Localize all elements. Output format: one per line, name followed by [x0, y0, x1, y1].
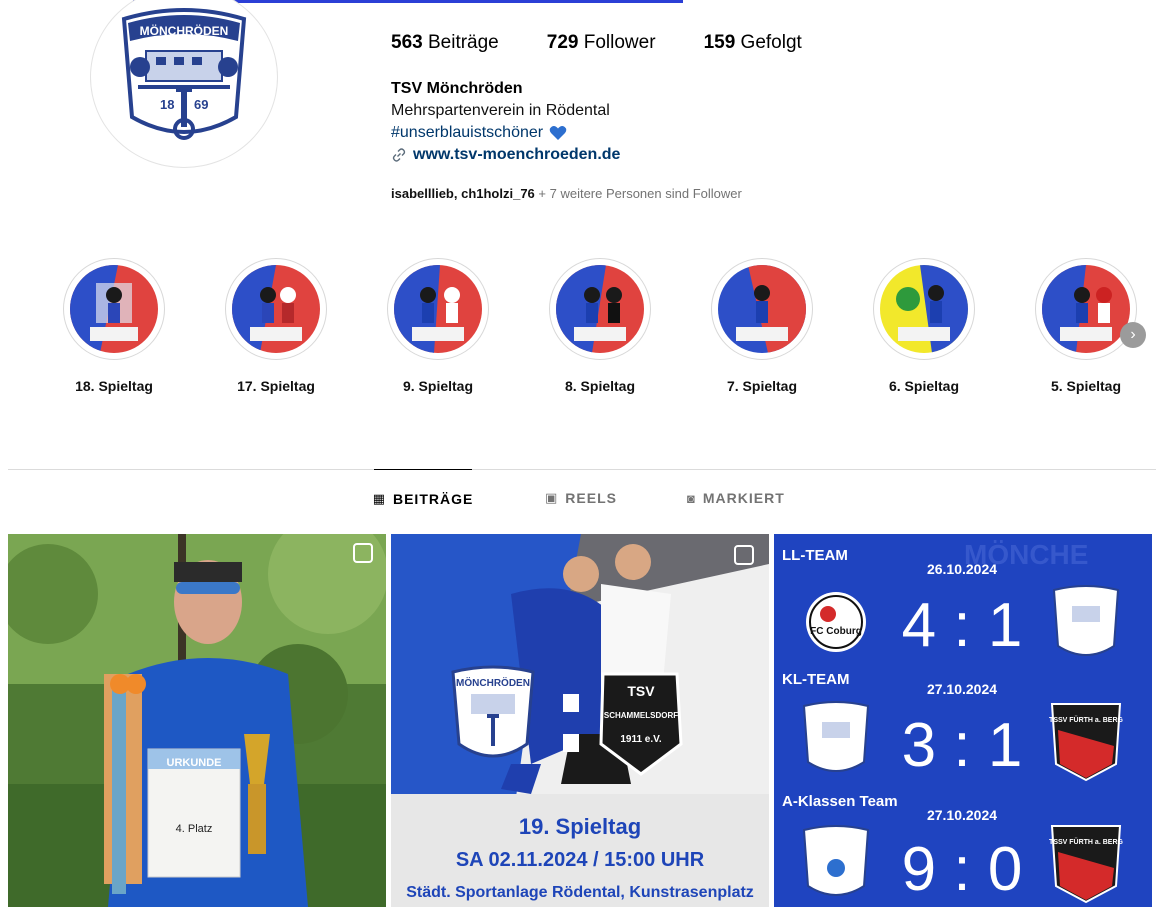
post-image-results: MÖNCHE LL-TEAM 26.10.2024 4 : 1 FC Cobur… — [774, 534, 1152, 907]
matchday-title: 19. Spieltag — [519, 814, 641, 839]
highlight-cover — [394, 265, 482, 353]
highlight-label: 6. Spieltag — [888, 378, 960, 394]
highlight-cover — [880, 265, 968, 353]
posts-count: 563 — [391, 32, 423, 53]
following-label: Gefolgt — [740, 32, 802, 53]
posts-grid: URKUNDE 4. Platz MÖNCHRÖDEN TSV SCHAMMEL… — [8, 534, 1152, 907]
tab-reels[interactable]: ▣ REELS — [545, 469, 617, 527]
tab-tagged[interactable]: ◙ MARKIERT — [687, 469, 785, 527]
tagged-icon: ◙ — [687, 490, 696, 506]
result-team: KL-TEAM — [782, 671, 850, 688]
highlight-item[interactable]: 8. Spieltag — [545, 258, 655, 394]
certificate-title: URKUNDE — [167, 757, 222, 769]
opponent-name: TSSV FÜRTH a. BERG — [1049, 715, 1123, 724]
result-team: LL-TEAM — [782, 547, 848, 564]
post-image-matchday: MÖNCHRÖDEN TSV SCHAMMELSDORF 1911 e.V. 1… — [391, 534, 769, 907]
tab-reels-label: REELS — [565, 490, 617, 506]
result-date: 27.10.2024 — [927, 681, 997, 697]
logo-text: MÖNCHRÖDEN — [140, 23, 229, 38]
tab-posts[interactable]: ▦ BEITRÄGE — [372, 469, 474, 528]
following-stat[interactable]: 159 Gefolgt — [704, 32, 802, 54]
highlight-cover — [232, 265, 320, 353]
profile-stats: 563 Beiträge 729 Follower 159 Gefolgt — [391, 32, 850, 54]
followers-count: 729 — [546, 32, 579, 53]
highlight-label: 9. Spieltag — [402, 378, 474, 394]
away-club-name: SCHAMMELSDORF — [604, 711, 678, 720]
result-score: 4 : 1 — [902, 591, 1023, 660]
bio-hashtag-line: #unserblauistschöner — [391, 124, 567, 142]
highlight-item[interactable]: 6. Spieltag — [869, 258, 979, 394]
highlight-label: 18. Spieltag — [75, 378, 153, 394]
highlight-cover — [718, 265, 806, 353]
highlight-label: 7. Spieltag — [726, 378, 798, 394]
following-count: 159 — [703, 32, 736, 53]
away-club-top: TSV — [627, 683, 655, 699]
post-tile[interactable]: MÖNCHE LL-TEAM 26.10.2024 4 : 1 FC Cobur… — [774, 534, 1152, 907]
result-date: 27.10.2024 — [927, 807, 997, 823]
highlight-item[interactable]: 18. Spieltag — [59, 258, 169, 394]
highlight-cover — [1042, 265, 1130, 353]
hashtag-link[interactable]: #unserblauistschöner — [391, 124, 543, 142]
chevron-right-icon: › — [1130, 326, 1136, 343]
certificate-place: 4. Platz — [176, 823, 213, 835]
profile-avatar[interactable]: MÖNCHRÖDEN 18 69 — [90, 0, 278, 168]
grid-icon: ▦ — [372, 491, 386, 506]
reels-icon: ▣ — [545, 490, 559, 505]
story-highlights: 18. Spieltag 17. Spieltag 9. Spieltag 8.… — [0, 258, 1157, 408]
result-score: 3 : 1 — [902, 711, 1023, 780]
tab-posts-label: BEITRÄGE — [392, 491, 474, 507]
highlight-label: 17. Spieltag — [237, 378, 315, 394]
club-logo: MÖNCHRÖDEN 18 69 — [121, 8, 247, 140]
followed-by-names[interactable]: isabelllieb, ch1holzi_76 — [391, 186, 535, 201]
blue-heart-icon — [549, 126, 567, 140]
post-tile[interactable]: URKUNDE 4. Platz — [8, 534, 386, 907]
home-club-name: MÖNCHRÖDEN — [456, 676, 530, 689]
posts-label: Beiträge — [427, 32, 499, 53]
highlight-cover — [70, 265, 158, 353]
result-date: 26.10.2024 — [927, 561, 997, 577]
logo-year-left: 18 — [160, 97, 174, 112]
followed-by-more: + 7 weitere Personen sind Follower — [538, 186, 742, 201]
highlight-label: 5. Spieltag — [1050, 378, 1122, 394]
match-venue: Städt. Sportanlage Rödental, Kunstrasenp… — [406, 884, 754, 901]
highlight-item[interactable]: 17. Spieltag — [221, 258, 331, 394]
highlight-cover — [556, 265, 644, 353]
followers-label: Follower — [583, 32, 656, 53]
link-icon — [392, 148, 406, 162]
home-club-badge: MÖNCHRÖDEN — [451, 665, 535, 758]
profile-name: TSV Mönchröden — [391, 80, 523, 97]
followed-by-text[interactable]: isabelllieb, ch1holzi_76 + 7 weitere Per… — [391, 186, 742, 201]
highlight-item[interactable]: 9. Spieltag — [383, 258, 493, 394]
highlights-next-button[interactable]: › — [1120, 322, 1146, 348]
website-row[interactable]: www.tsv-moenchroeden.de — [391, 146, 620, 164]
post-tile[interactable]: MÖNCHRÖDEN TSV SCHAMMELSDORF 1911 e.V. 1… — [391, 534, 769, 907]
result-team: A-Klassen Team — [782, 793, 898, 810]
bio-line: Mehrspartenverein in Rödental — [391, 102, 610, 119]
post-image-athlete: URKUNDE 4. Platz — [8, 534, 386, 907]
logo-year-right: 69 — [194, 97, 208, 112]
opponent-name: FC Coburg — [810, 626, 862, 637]
website-link[interactable]: www.tsv-moenchroeden.de — [413, 146, 620, 164]
highlight-item[interactable]: 7. Spieltag — [707, 258, 817, 394]
away-club-year: 1911 e.V. — [620, 734, 662, 745]
match-datetime: SA 02.11.2024 / 15:00 UHR — [456, 849, 705, 871]
tab-tagged-label: MARKIERT — [702, 490, 785, 506]
result-score: 9 : 0 — [902, 835, 1023, 904]
posts-stat: 563 Beiträge — [391, 32, 499, 54]
opponent-name: TSSV FÜRTH a. BERG — [1049, 837, 1123, 846]
highlight-label: 8. Spieltag — [564, 378, 636, 394]
profile-tabs: ▦ BEITRÄGE ▣ REELS ◙ MARKIERT — [0, 469, 1157, 529]
followers-stat[interactable]: 729 Follower — [547, 32, 656, 54]
